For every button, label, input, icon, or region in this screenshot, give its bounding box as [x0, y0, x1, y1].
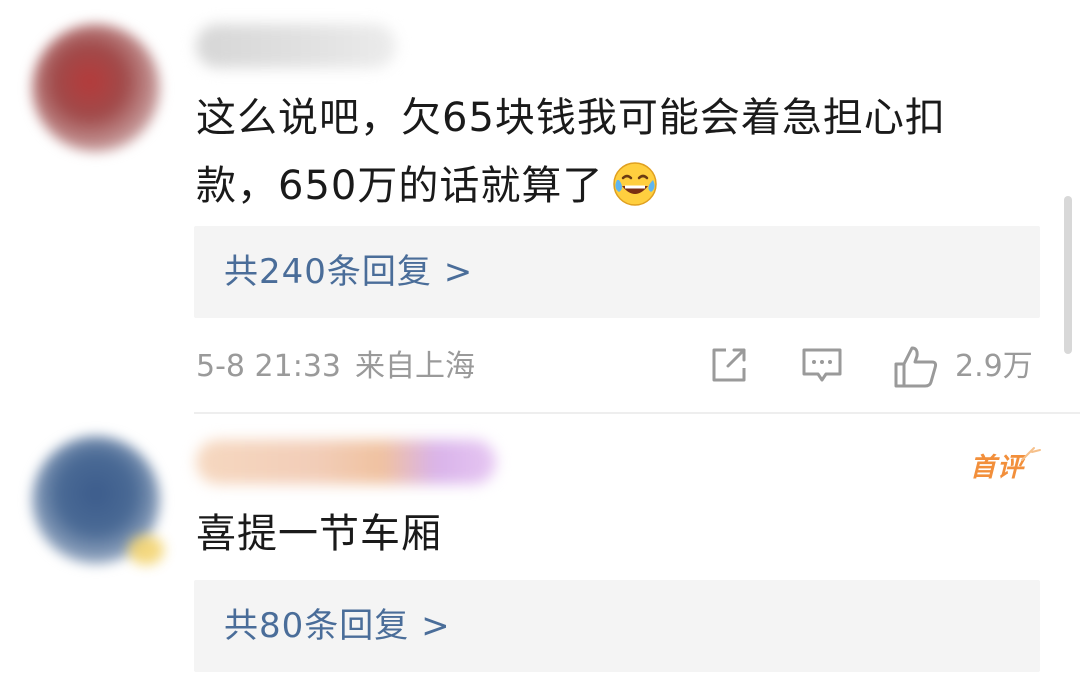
comment-divider — [194, 412, 1080, 414]
comment-button[interactable] — [800, 344, 844, 390]
laughing-tears-icon — [613, 162, 658, 206]
like-button[interactable] — [892, 344, 940, 390]
verified-badge-icon — [128, 535, 164, 565]
view-replies-link[interactable]: 共80条回复 > — [224, 602, 451, 650]
comment-text: 这么说吧，欠65块钱我可能会着急担心扣 款，650万的话就算了 — [196, 84, 1046, 220]
comment-text-line: 款，650万的话就算了 — [196, 152, 1046, 220]
like-count: 2.9万 — [955, 349, 1033, 384]
view-replies-link[interactable]: 共240条回复 > — [224, 248, 473, 296]
username-blurred[interactable] — [196, 440, 496, 484]
share-button[interactable] — [708, 344, 750, 390]
comment-icon — [802, 348, 842, 382]
comment-date: 5-8 21:33 — [196, 349, 341, 384]
comment-text: 喜提一节车厢 — [196, 511, 442, 557]
avatar[interactable] — [32, 24, 160, 152]
comment-location: 来自上海 — [355, 349, 475, 384]
sparkle-icon — [1021, 447, 1041, 461]
first-comment-badge: 首评 — [970, 453, 1025, 483]
reply-summary-box[interactable]: 共240条回复 > — [194, 226, 1040, 318]
reply-summary-box[interactable]: 共80条回复 > — [194, 580, 1040, 672]
comment-text-line: 这么说吧，欠65块钱我可能会着急担心扣 — [196, 95, 946, 141]
scrollbar[interactable] — [1064, 196, 1072, 354]
comment-meta: 5-8 21:33 来自上海 — [196, 342, 475, 392]
share-icon — [712, 348, 746, 382]
username-blurred[interactable] — [196, 24, 396, 68]
comment-text-fragment: 款，650万的话就算了 — [196, 163, 604, 209]
thumbs-up-icon — [894, 346, 938, 388]
